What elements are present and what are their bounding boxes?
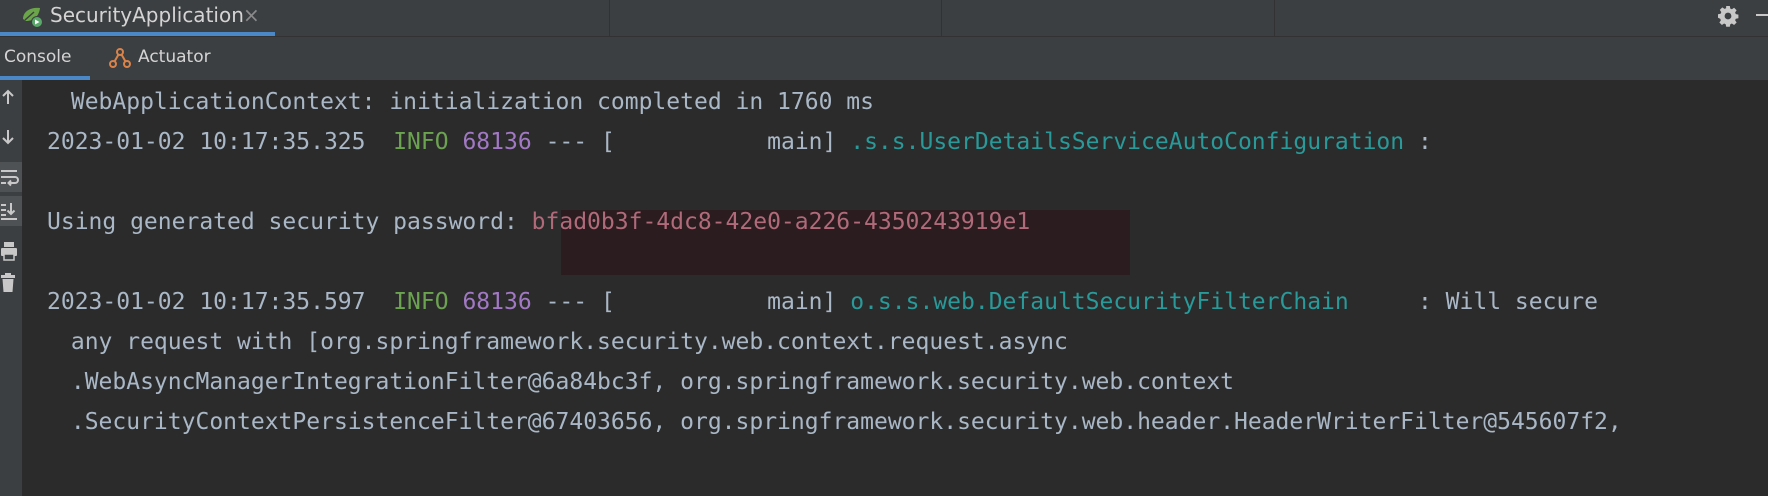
- soft-wrap-button[interactable]: [0, 162, 22, 192]
- tab-security-application[interactable]: SecurityApplication ×: [0, 0, 275, 36]
- log-message: : Will secure: [1417, 289, 1598, 315]
- console-line: Using generated security password: bfad0…: [47, 200, 1030, 245]
- actuator-icon: [109, 48, 131, 68]
- scroll-to-end-icon: [1, 203, 17, 220]
- run-tool-window: SecurityApplication × Console Actuator W…: [0, 0, 1768, 496]
- scroll-to-end-button[interactable]: [0, 196, 22, 226]
- console-tabs-bar: Console Actuator: [0, 36, 1768, 80]
- generated-password[interactable]: bfad0b3f-4dc8-42e0-a226-4350243919e1: [532, 209, 1031, 235]
- print-button[interactable]: [0, 236, 22, 266]
- divider: [609, 0, 610, 36]
- soft-wrap-icon: [1, 170, 19, 187]
- divider: [941, 0, 942, 36]
- clear-all-icon: [1, 273, 15, 292]
- run-tabs-bar: SecurityApplication ×: [0, 0, 1768, 36]
- tab-console-label: Console: [4, 47, 72, 67]
- minimize-icon[interactable]: [1756, 14, 1768, 16]
- log-timestamp: 2023-01-02 10:17:35.325: [47, 129, 366, 155]
- up-arrow-button[interactable]: [0, 82, 22, 112]
- log-level: INFO: [393, 129, 449, 155]
- divider: [1274, 0, 1275, 36]
- log-thread: main]: [614, 289, 837, 315]
- print-icon: [1, 242, 17, 261]
- log-thread: main]: [614, 129, 837, 155]
- tab-console[interactable]: Console: [0, 37, 90, 80]
- gear-icon[interactable]: [1716, 4, 1740, 28]
- log-text: any request with [org.springframework.se…: [57, 329, 1068, 355]
- log-logger[interactable]: .s.s.UserDetailsServiceAutoConfiguration: [850, 129, 1404, 155]
- log-level: INFO: [393, 289, 449, 315]
- log-pid: 68136: [462, 129, 532, 155]
- tab-actuator-label: Actuator: [138, 47, 211, 67]
- log-pid: 68136: [462, 289, 532, 315]
- log-text: .SecurityContextPersistenceFilter@674036…: [57, 409, 1622, 435]
- log-timestamp: 2023-01-02 10:17:35.597: [47, 289, 366, 315]
- console-line: WebApplicationContext: initialization co…: [57, 80, 874, 125]
- console-line: any request with [org.springframework.se…: [57, 320, 1068, 365]
- spring-boot-run-icon: [23, 7, 43, 28]
- password-label: Using generated security password:: [47, 209, 518, 235]
- console-line: 2023-01-02 10:17:35.597 INFO 68136 --- […: [47, 280, 1598, 325]
- console-line: .WebAsyncManagerIntegrationFilter@6a84bc…: [57, 360, 1234, 405]
- console-toolbar: [0, 80, 22, 496]
- log-logger[interactable]: o.s.s.web.DefaultSecurityFilterChain: [850, 289, 1349, 315]
- console-line: .SecurityContextPersistenceFilter@674036…: [57, 400, 1622, 445]
- log-separator: --- [: [545, 129, 615, 155]
- tab-title: SecurityApplication: [50, 3, 244, 27]
- down-arrow-button[interactable]: [0, 122, 22, 152]
- down-arrow-icon: [2, 130, 14, 145]
- clear-all-button[interactable]: [0, 268, 22, 298]
- log-text: .WebAsyncManagerIntegrationFilter@6a84bc…: [57, 369, 1235, 395]
- close-icon[interactable]: ×: [243, 2, 260, 28]
- console-output[interactable]: WebApplicationContext: initialization co…: [22, 80, 1768, 496]
- up-arrow-icon: [2, 89, 14, 104]
- tab-actuator[interactable]: Actuator: [105, 37, 225, 80]
- console-line: 2023-01-02 10:17:35.325 INFO 68136 --- […: [47, 120, 1432, 165]
- log-separator: --- [: [545, 289, 615, 315]
- log-text: WebApplicationContext: initialization co…: [57, 89, 874, 115]
- log-message: :: [1417, 129, 1432, 155]
